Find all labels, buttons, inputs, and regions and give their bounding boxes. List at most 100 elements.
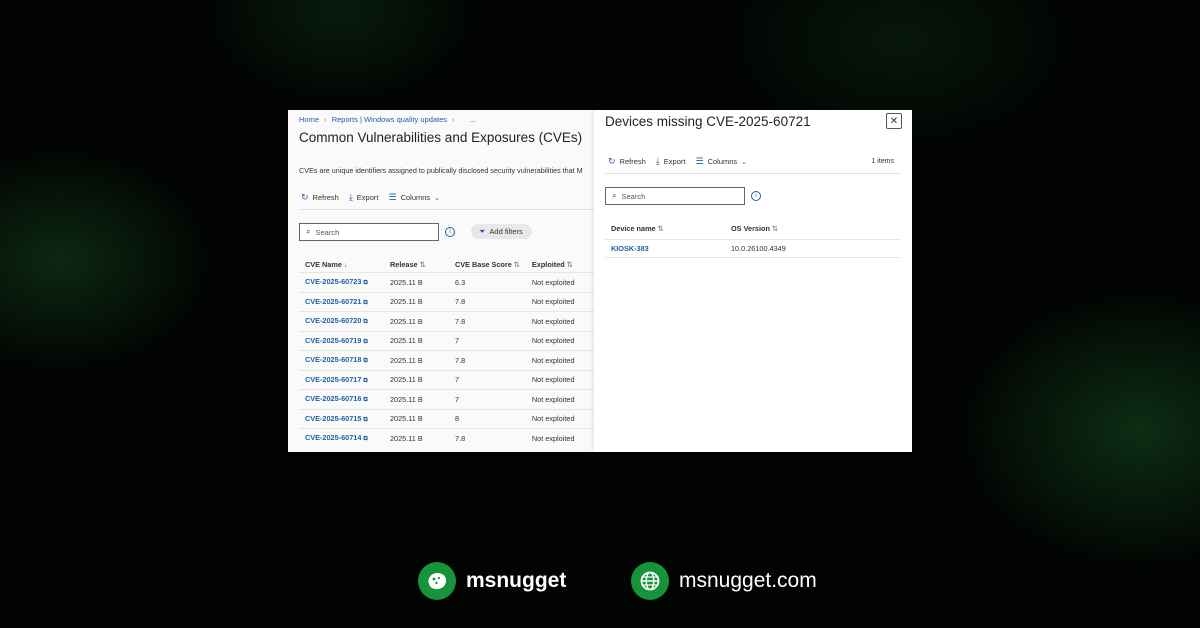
columns-icon: ☰ (388, 192, 397, 202)
close-button[interactable]: ✕ (886, 113, 902, 129)
breadcrumb: Home › Reports | Windows quality updates… (299, 115, 476, 124)
table-row[interactable]: CVE-2025-60721 ⧉ 2025.11 B 7.8 Not exploited (299, 291, 594, 312)
exploited-cell: Not exploited (525, 350, 594, 370)
exploited-cell: Not exploited (525, 389, 594, 409)
table-row[interactable]: KIOSK-383 10.0.26100.4349 (605, 239, 901, 258)
score-cell: 7.8 (448, 291, 526, 312)
external-link-icon: ⧉ (363, 416, 368, 423)
cve-name-link[interactable]: CVE-2025-60714 ⧉ (299, 428, 384, 448)
filter-icon: ⏷ (479, 226, 486, 236)
cve-name-link[interactable]: CVE-2025-60720 ⧉ (299, 311, 384, 331)
cve-name-link[interactable]: CVE-2025-60721 ⧉ (299, 291, 384, 312)
columns-label: Columns (707, 157, 738, 166)
chevron-right-icon: › (452, 115, 455, 124)
toolbar: ↻ Refresh ⤓ Export ☰ Columns ⌄ (301, 192, 450, 203)
table-row[interactable]: CVE-2025-60720 ⧉ 2025.11 B 7.8 Not exploited (299, 311, 594, 331)
exploited-cell: Not exploited (525, 428, 594, 448)
cve-name-link[interactable]: CVE-2025-60718 ⧉ (299, 350, 384, 370)
external-link-icon: ⧉ (363, 377, 368, 384)
panel-search-input[interactable]: ⌕ Search (605, 187, 745, 205)
devices-table: Device name ⇅ OS Version ⇅ KIOSK-383 10.0.2… (605, 218, 901, 258)
score-cell: 6.3 (448, 272, 526, 292)
table-row[interactable]: CVE-2025-60714 ⧉ 2025.11 B 7.8 Not exploited (299, 428, 594, 448)
sort-icon: ⇅ (566, 259, 573, 269)
external-link-icon: ⧉ (363, 299, 368, 306)
columns-button[interactable]: ☰ Columns ⌄ (388, 192, 440, 203)
refresh-button[interactable]: ↻ Refresh (301, 192, 339, 203)
brand-logo: msnugget (418, 562, 566, 600)
info-icon[interactable]: i (445, 227, 455, 237)
page-description: CVEs are unique identifiers assigned to … (299, 166, 583, 175)
score-cell: 7 (448, 330, 526, 351)
external-link-icon: ⧉ (363, 397, 368, 404)
score-cell: 7.8 (448, 350, 526, 370)
exploited-cell: Not exploited (525, 330, 594, 351)
column-header-cve-base-score[interactable]: CVE Base Score ⇅ (449, 256, 526, 273)
item-count: 1 items (871, 158, 894, 165)
exploited-cell: Not exploited (525, 369, 594, 390)
column-header-device-name[interactable]: Device name ⇅ (605, 218, 725, 240)
sort-icon: ⇅ (513, 259, 520, 269)
release-cell: 2025.11 B (384, 311, 449, 331)
panel-export-button[interactable]: ⤓ Export (656, 156, 686, 167)
export-button[interactable]: ⤓ Export (349, 192, 379, 203)
more-button[interactable]: ... (470, 115, 476, 124)
score-cell: 7 (448, 369, 526, 390)
cve-name-link[interactable]: CVE-2025-60723 ⧉ (299, 272, 384, 292)
release-cell: 2025.11 B (384, 428, 449, 448)
close-icon: ✕ (889, 116, 899, 127)
page-title: Common Vulnerabilities and Exposures (CV… (299, 130, 583, 145)
table-row[interactable]: CVE-2025-60718 ⧉ 2025.11 B 7.8 Not exploited (299, 350, 594, 370)
table-row[interactable]: CVE-2025-60723 ⧉ 2025.11 B 6.3 Not exploited (299, 272, 594, 292)
refresh-label: Refresh (619, 157, 646, 166)
device-name-link[interactable]: KIOSK-383 (605, 239, 725, 258)
site-url[interactable]: msnugget.com (679, 569, 817, 593)
table-header: CVE Name ↓ Release ⇅ CVE Base Score ⇅ Explo… (299, 256, 594, 273)
column-header-os-version[interactable]: OS Version ⇅ (725, 218, 901, 240)
table-header: Device name ⇅ OS Version ⇅ (605, 218, 901, 240)
panel-toolbar: ↻ Refresh ⤓ Export ☰ Columns ⌄ (608, 156, 757, 167)
cve-name-link[interactable]: CVE-2025-60719 ⧉ (299, 330, 384, 351)
breadcrumb-home[interactable]: Home (299, 115, 319, 124)
release-cell: 2025.11 B (384, 389, 449, 409)
cve-name-link[interactable]: CVE-2025-60717 ⧉ (299, 369, 384, 390)
search-icon: ⌕ (306, 227, 311, 236)
panel-columns-button[interactable]: ☰ Columns ⌄ (695, 156, 747, 167)
exploited-cell: Not exploited (525, 272, 594, 292)
release-cell: 2025.11 B (384, 350, 449, 370)
add-filters-label: Add filters (489, 227, 523, 236)
cve-page: Home › Reports | Windows quality updates… (288, 110, 594, 452)
chevron-down-icon: ⌄ (741, 158, 748, 166)
devices-panel: Devices missing CVE-2025-60721 ✕ ↻ Refre… (594, 110, 912, 452)
info-icon[interactable]: i (751, 191, 761, 201)
table-row[interactable]: CVE-2025-60715 ⧉ 2025.11 B 8 Not exploited (299, 408, 594, 429)
column-header-release[interactable]: Release ⇅ (384, 256, 449, 273)
release-cell: 2025.11 B (384, 369, 449, 390)
column-header-cve-name[interactable]: CVE Name ↓ (299, 256, 384, 273)
refresh-label: Refresh (312, 193, 339, 202)
panel-refresh-button[interactable]: ↻ Refresh (608, 156, 646, 167)
search-input[interactable]: ⌕ Search (299, 223, 439, 241)
cve-name-link[interactable]: CVE-2025-60715 ⧉ (299, 408, 384, 429)
toolbar-divider (299, 209, 594, 210)
sort-icon: ⇅ (419, 259, 426, 269)
column-header-exploited[interactable]: Exploited ⇅ (526, 256, 594, 273)
release-cell: 2025.11 B (384, 291, 449, 312)
cve-name-link[interactable]: CVE-2025-60716 ⧉ (299, 389, 384, 409)
columns-label: Columns (400, 193, 431, 202)
os-version-cell: 10.0.26100.4349 (725, 239, 901, 258)
screenshot-frame: Home › Reports | Windows quality updates… (288, 110, 912, 452)
table-row[interactable]: CVE-2025-60719 ⧉ 2025.11 B 7 Not exploited (299, 330, 594, 351)
chevron-down-icon: ⌄ (434, 194, 441, 202)
table-row[interactable]: CVE-2025-60716 ⧉ 2025.11 B 7 Not exploited (299, 389, 594, 409)
breadcrumb-reports[interactable]: Reports | Windows quality updates (332, 115, 447, 124)
chevron-right-icon: › (324, 115, 327, 124)
add-filters-button[interactable]: ⏷ Add filters (471, 224, 532, 239)
table-row[interactable]: CVE-2025-60717 ⧉ 2025.11 B 7 Not exploited (299, 369, 594, 390)
refresh-icon: ↻ (301, 192, 309, 202)
globe-icon (631, 562, 669, 600)
brand-site: msnugget.com (631, 562, 817, 600)
search-placeholder: Search (621, 191, 646, 201)
columns-icon: ☰ (695, 156, 704, 166)
sort-icon: ⇅ (657, 224, 664, 233)
